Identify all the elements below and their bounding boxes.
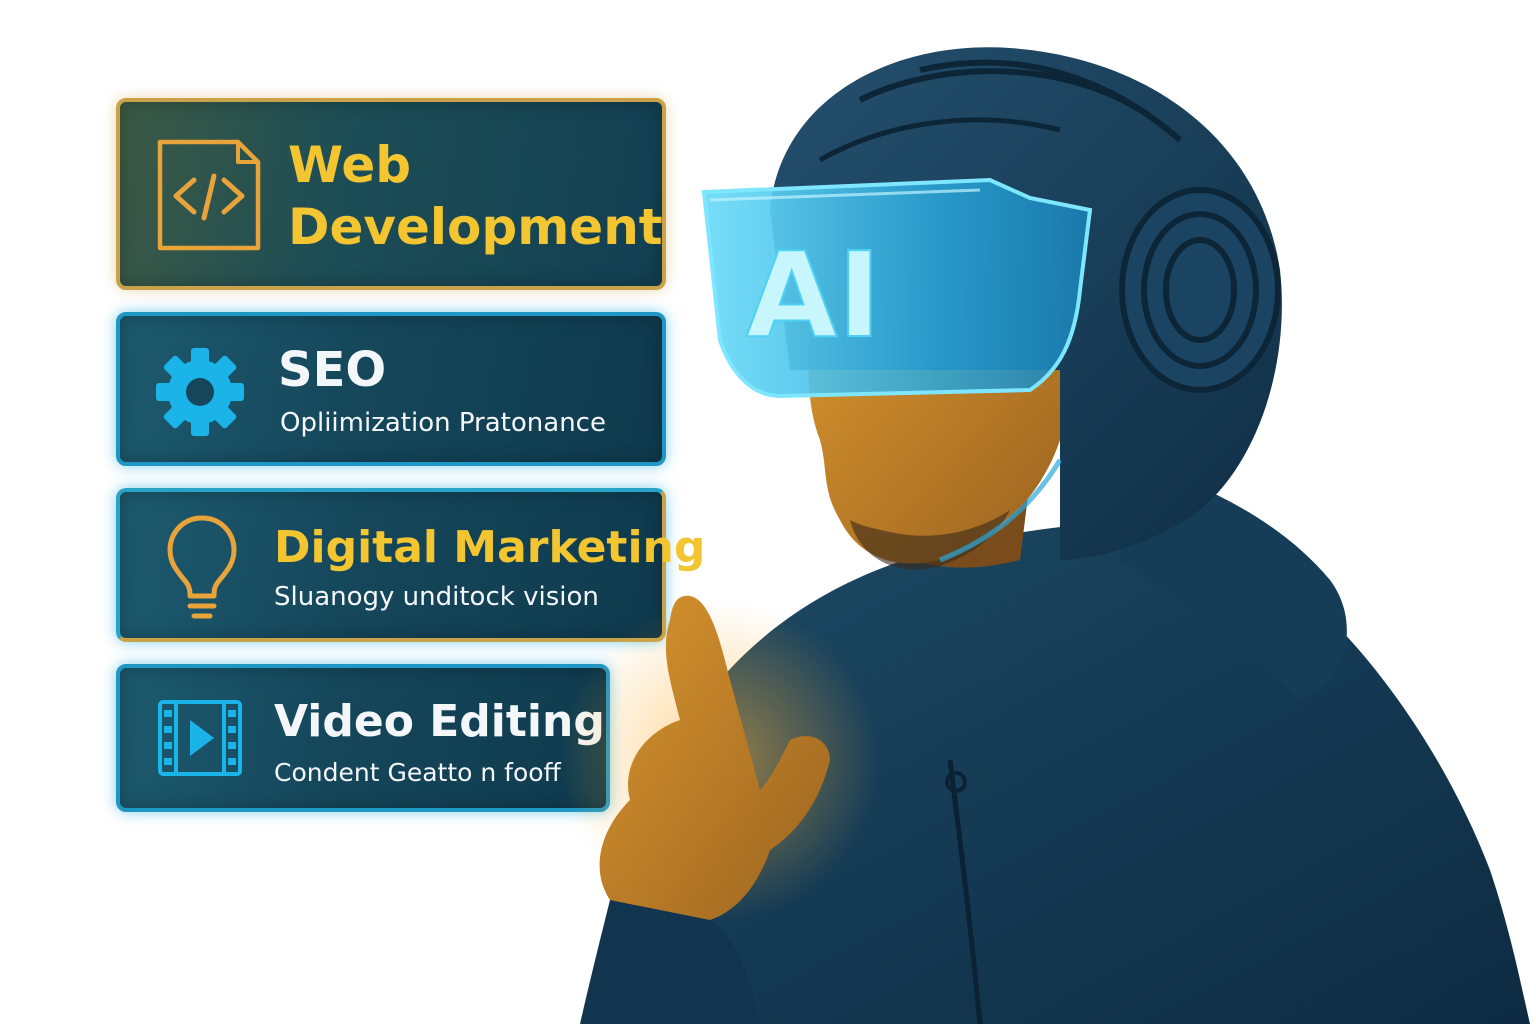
person-illustration: AI [560, 47, 1530, 1024]
service-title: Video Editing [274, 696, 605, 747]
service-subtitle: Sluanogy unditock vision [274, 582, 599, 612]
lightbulb-icon [164, 512, 240, 626]
visor-label: AI [746, 226, 881, 364]
helmet-ear-ring [1119, 187, 1281, 393]
service-title-line1: Web [288, 136, 412, 194]
stage: Web Development SEO Opliimization Praton… [0, 0, 1536, 1024]
service-subtitle: Opliimization Pratonance [280, 408, 606, 438]
service-card-video-editing[interactable]: Video Editing Condent Geatto n fooff [116, 664, 610, 812]
gear-icon [154, 346, 246, 442]
service-title: SEO [278, 342, 387, 398]
video-icon [156, 698, 244, 782]
service-subtitle: Condent Geatto n fooff [274, 758, 561, 787]
code-icon [154, 136, 264, 258]
